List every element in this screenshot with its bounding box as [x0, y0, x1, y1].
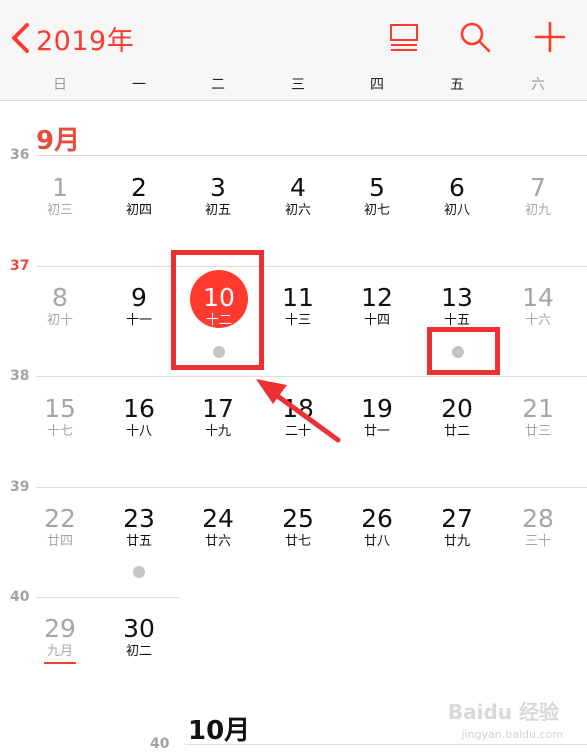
watermark-brand: Baidu 经验: [447, 700, 559, 724]
annotation-arrow-icon: [256, 379, 341, 443]
watermark-url: jingyan.baidu.com: [461, 728, 563, 741]
